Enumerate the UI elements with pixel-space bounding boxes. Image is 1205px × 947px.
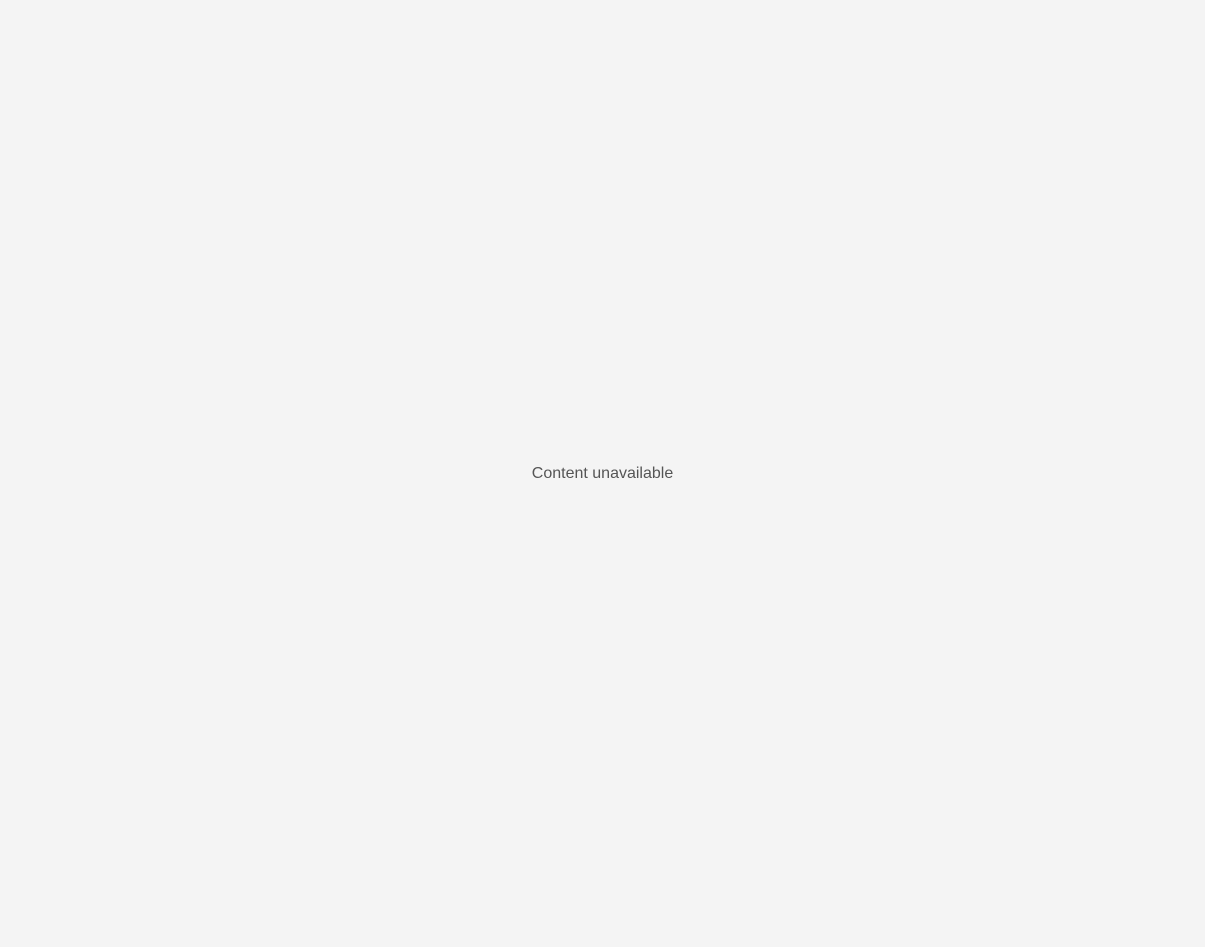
- placeholder-notice: Content unavailable: [531, 464, 674, 482]
